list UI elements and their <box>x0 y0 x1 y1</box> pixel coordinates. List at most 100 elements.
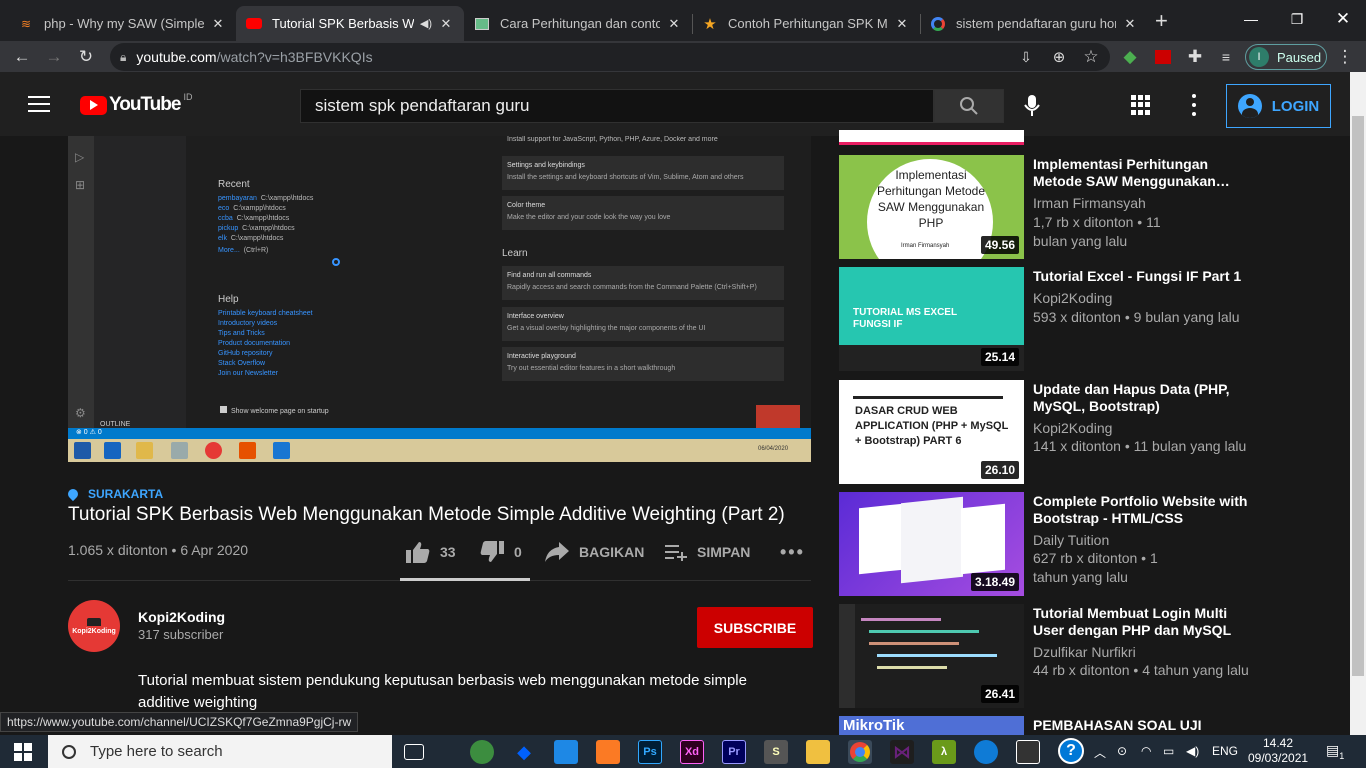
browser-tab-5[interactable]: sistem pendaftaran guru hono ✕ <box>920 6 1148 41</box>
sublime-icon[interactable]: S <box>764 740 788 764</box>
premiere-icon[interactable]: Pr <box>722 740 746 764</box>
recommended-item[interactable]: Implementasi Perhitungan Metode SAW Meng… <box>839 155 1259 259</box>
search-input[interactable]: sistem spk pendaftaran guru <box>300 89 934 123</box>
language-indicator[interactable]: ENG <box>1212 744 1238 758</box>
close-tab-icon[interactable]: ✕ <box>210 16 226 32</box>
chrome-taskbar-item[interactable] <box>848 740 872 764</box>
android-studio-icon[interactable] <box>470 740 494 764</box>
recommended-title[interactable]: Implementasi Perhitungan Metode SAW Meng… <box>1033 156 1253 190</box>
location-tag[interactable]: SURAKARTA <box>65 486 163 502</box>
profile-button[interactable]: I Paused <box>1245 44 1327 70</box>
youtube-logo[interactable]: YouTube ID <box>80 92 192 116</box>
minimize-button[interactable]: — <box>1228 0 1274 38</box>
taskbar-search[interactable]: Type here to search <box>48 735 392 768</box>
file-explorer-icon[interactable] <box>806 740 830 764</box>
tray-chevron-icon[interactable]: ︿ <box>1094 744 1106 761</box>
recommended-channel[interactable]: Kopi2Koding <box>1033 420 1112 436</box>
recommended-item[interactable]: 26.41 Tutorial Membuat Login Multi User … <box>839 604 1259 708</box>
recommended-channel[interactable]: Irman Firmansyah <box>1033 195 1146 211</box>
visual-studio-icon[interactable]: ⋈ <box>890 740 914 764</box>
speaker-icon[interactable]: ◀) <box>420 17 432 30</box>
video-thumbnail[interactable]: MikroTik <box>839 716 1024 735</box>
recommended-title[interactable]: Tutorial Membuat Login Multi User dengan… <box>1033 605 1253 639</box>
recommended-title[interactable]: Tutorial Excel - Fungsi IF Part 1 <box>1033 268 1253 285</box>
settings-more-icon[interactable] <box>1190 94 1198 116</box>
video-thumbnail[interactable]: Implementasi Perhitungan Metode SAW Meng… <box>839 155 1024 259</box>
recommended-item[interactable]: DASAR CRUD WEB APPLICATION (PHP + MySQL … <box>839 380 1259 484</box>
coffee-icon <box>87 617 101 626</box>
wifi-icon[interactable]: ◠ <box>1141 744 1151 758</box>
browser-tab-4[interactable]: ★ Contoh Perhitungan SPK Meto ✕ <box>692 6 920 41</box>
back-icon[interactable]: ← <box>8 43 36 71</box>
adobe-xd-icon[interactable]: Xd <box>680 740 704 764</box>
scrollbar-thumb[interactable] <box>1352 116 1364 676</box>
chrome-menu-icon[interactable]: ⋮ <box>1331 43 1359 71</box>
save-button[interactable]: SIMPAN <box>665 540 750 564</box>
close-tab-icon[interactable]: ✕ <box>438 16 454 32</box>
recommended-title[interactable]: Complete Portfolio Website with Bootstra… <box>1033 493 1253 527</box>
notification-icon[interactable]: ▤1 <box>1326 742 1344 761</box>
extension-icon[interactable]: ◆ <box>1116 43 1144 71</box>
browser-tab-3[interactable]: Cara Perhitungan dan contoh ✕ <box>464 6 692 41</box>
xampp-icon[interactable] <box>596 740 620 764</box>
photoshop-icon[interactable]: Ps <box>638 740 662 764</box>
recommended-channel[interactable]: Dzulfikar Nurfikri <box>1033 644 1136 660</box>
browser-tab-2[interactable]: Tutorial SPK Berbasis Web ◀) ✕ <box>236 6 464 41</box>
more-actions-icon[interactable]: ••• <box>780 540 805 564</box>
recommended-title[interactable]: Update dan Hapus Data (PHP, MySQL, Boots… <box>1033 381 1253 415</box>
battery-icon[interactable]: ▭ <box>1163 744 1174 758</box>
tray-app-icon[interactable]: ⊙ <box>1117 744 1127 758</box>
recommended-channel[interactable]: Kopi2Koding <box>1033 290 1112 306</box>
app-icon[interactable] <box>1016 740 1040 764</box>
channel-name[interactable]: Kopi2Koding <box>138 609 225 625</box>
install-icon[interactable]: ⇩ <box>1012 43 1040 71</box>
close-tab-icon[interactable]: ✕ <box>1122 16 1138 32</box>
like-button[interactable]: 33 <box>406 540 456 564</box>
thumbs-up-icon <box>406 542 430 563</box>
recommended-item[interactable]: 3.18.49 Complete Portfolio Website with … <box>839 492 1259 596</box>
extension-icon[interactable] <box>1149 43 1177 71</box>
dislike-button[interactable]: 0 <box>480 540 522 564</box>
close-tab-icon[interactable]: ✕ <box>666 16 682 32</box>
reload-icon[interactable]: ↻ <box>72 43 100 71</box>
task-view-icon[interactable] <box>404 744 424 760</box>
help-icon[interactable]: ? <box>1058 738 1084 764</box>
maximize-button[interactable]: ❐ <box>1274 0 1320 38</box>
zoom-icon[interactable]: ⊕ <box>1045 43 1073 71</box>
microphone-icon[interactable] <box>1018 92 1046 120</box>
extensions-puzzle-icon[interactable]: ✚ <box>1181 43 1209 71</box>
address-bar[interactable]: 🔒︎ youtube.com /watch?v=h3BFBVKKQIs <box>110 43 1110 71</box>
video-player[interactable]: ▷ ⊞ ⚙ OUTLINE Recent pembayaran C:\xampp… <box>68 136 811 462</box>
dropbox-icon[interactable]: ◆ <box>512 740 536 764</box>
search-button[interactable] <box>934 89 1004 123</box>
subscribe-button[interactable]: SUBSCRIBE <box>697 607 813 648</box>
close-tab-icon[interactable]: ✕ <box>894 16 910 32</box>
recommended-item[interactable]: TUTORIAL MS EXCEL FUNGSI IF 25.14 Tutori… <box>839 267 1259 371</box>
video-thumbnail[interactable]: 3.18.49 <box>839 492 1024 596</box>
share-button[interactable]: BAGIKAN <box>545 540 644 564</box>
windows-start-icon[interactable] <box>14 743 32 761</box>
volume-icon[interactable]: ◀) <box>1186 744 1199 758</box>
bookmark-star-icon[interactable]: ☆ <box>1077 43 1105 71</box>
previous-thumbnail-edge[interactable] <box>839 130 1024 145</box>
video-thumbnail[interactable]: DASAR CRUD WEB APPLICATION (PHP + MySQL … <box>839 380 1024 484</box>
browser-tab-1[interactable]: ≋ php - Why my SAW (Simple Ad ✕ <box>8 6 236 41</box>
apps-grid-icon[interactable] <box>1131 95 1151 115</box>
recommended-title[interactable]: PEMBAHASAN SOAL UJI <box>1033 717 1253 734</box>
recommended-channel[interactable]: Daily Tuition <box>1033 532 1109 548</box>
channel-avatar[interactable]: Kopi2Koding <box>68 600 120 652</box>
taskbar-clock[interactable]: 14.42 09/03/2021 <box>1248 736 1308 766</box>
login-button[interactable]: LOGIN <box>1226 84 1331 128</box>
new-tab-button[interactable]: + <box>1155 8 1168 34</box>
close-window-button[interactable]: ✕ <box>1320 0 1366 38</box>
video-thumbnail[interactable]: TUTORIAL MS EXCEL FUNGSI IF 25.14 <box>839 267 1024 371</box>
menu-icon[interactable] <box>28 96 50 112</box>
forward-icon[interactable]: → <box>40 43 68 71</box>
reading-list-icon[interactable]: ≡ <box>1212 43 1240 71</box>
page-scrollbar[interactable] <box>1350 72 1366 735</box>
edge-icon[interactable] <box>974 740 998 764</box>
video-thumbnail[interactable]: 26.41 <box>839 604 1024 708</box>
recommended-item[interactable]: MikroTik PEMBAHASAN SOAL UJI <box>839 716 1259 735</box>
vscode-icon[interactable] <box>554 740 578 764</box>
lambda-app-icon[interactable]: λ <box>932 740 956 764</box>
